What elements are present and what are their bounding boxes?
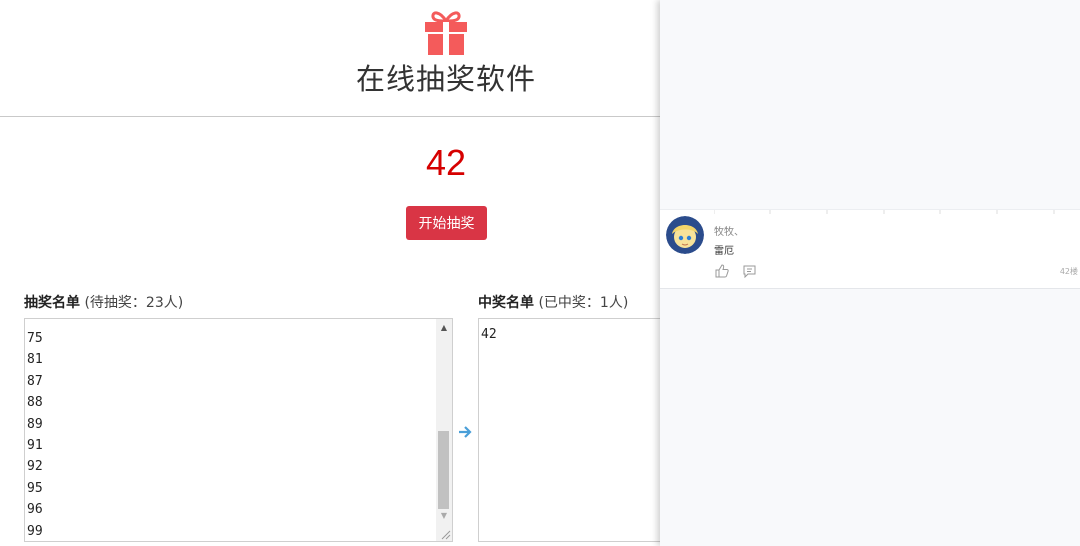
header-divider [0,116,660,117]
pool-count: (待抽奖：23人) [84,295,184,311]
gift-icon [425,11,467,55]
scroll-down-icon[interactable]: ▼ [436,509,452,523]
pool-item: 96 [27,502,43,518]
card-top-ticks [714,210,1055,214]
winners-list: 42 [481,324,497,345]
winner-item: 42 [481,327,497,342]
pool-scrollbar[interactable]: ▲ ▼ [436,319,452,541]
pool-item: 87 [27,373,43,389]
arrow-right-icon [459,426,472,438]
comment-card: 牧牧、 雷厄 42楼 [660,209,1080,289]
comment-panel: 牧牧、 雷厄 42楼 [660,0,1080,546]
pool-item: 89 [27,416,43,432]
thumbs-up-icon[interactable] [715,264,729,278]
start-draw-button[interactable]: 开始抽奖 [406,206,487,240]
pool-item: 81 [27,352,43,368]
winners-label: 中奖名单 (已中奖：1人) [478,292,628,312]
pool-item: 99 [27,523,43,539]
pool-item: 95 [27,480,43,496]
comment-text: 雷厄 [714,246,734,257]
current-draw-number: 42 [425,142,467,183]
comment-floor: 42楼 [1059,267,1078,276]
winners-title: 中奖名单 [478,295,534,311]
pool-item: 91 [27,438,43,454]
resize-grip-icon[interactable] [439,528,451,540]
winners-textarea[interactable]: 42 [478,318,660,542]
comment-username[interactable]: 牧牧、 [714,223,744,238]
scroll-thumb[interactable] [438,431,449,509]
pool-item: 88 [27,395,43,411]
pool-item: 92 [27,459,43,475]
lottery-app: 在线抽奖软件 42 开始抽奖 抽奖名单 (待抽奖：23人) 中奖名单 (已中奖：… [0,0,660,546]
pool-label: 抽奖名单 (待抽奖：23人) [24,292,183,312]
pool-title: 抽奖名单 [24,295,80,311]
reply-icon[interactable] [742,264,757,278]
pool-list: 75 81 87 88 89 91 92 95 96 99 [27,328,43,541]
pool-textarea[interactable]: 75 81 87 88 89 91 92 95 96 99 ▲ ▼ [24,318,453,542]
page-title: 在线抽奖软件 [355,62,536,96]
avatar[interactable] [666,216,704,254]
winners-count: (已中奖：1人) [538,295,629,311]
scroll-up-icon[interactable]: ▲ [436,321,452,335]
pool-item: 75 [27,331,43,346]
